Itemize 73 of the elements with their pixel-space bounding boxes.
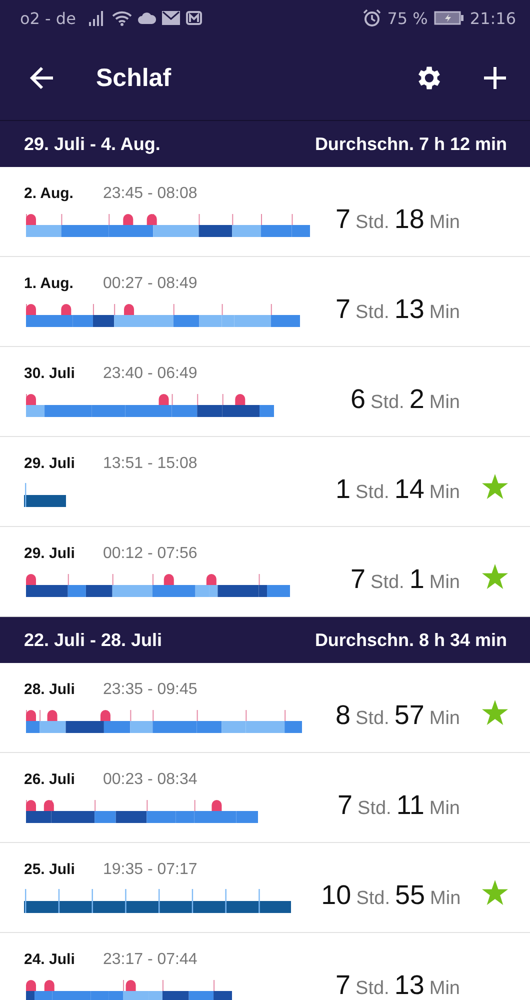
minutes-value: 55 xyxy=(395,880,426,911)
entry-date: 28. Juli xyxy=(24,680,76,698)
battery-percent: 75 % xyxy=(387,8,428,28)
sleep-time-range: 13:51 - 15:08 xyxy=(103,454,198,472)
weekly-average: Durchschn. 8 h 34 min xyxy=(314,630,507,650)
sleep-time-range: 00:27 - 08:49 xyxy=(103,274,198,292)
sleep-time-range: 23:35 - 09:45 xyxy=(103,680,198,698)
hours-value: 1 xyxy=(335,474,351,505)
hours-value: 7 xyxy=(335,204,351,235)
sleep-time-range: 00:23 - 08:34 xyxy=(103,770,198,788)
sleep-time-range: 23:40 - 06:49 xyxy=(103,364,198,382)
weekly-average: Durchschn. 7 h 12 min xyxy=(314,134,507,154)
plus-icon xyxy=(483,66,507,90)
hours-unit: Std. xyxy=(356,482,390,504)
mail-icon xyxy=(186,11,202,25)
minutes-unit: Min xyxy=(429,978,460,1000)
entry-date: 29. Juli xyxy=(24,454,76,472)
entry-date: 24. Juli xyxy=(24,950,76,968)
week-range: 22. Juli - 28. Juli xyxy=(24,630,162,650)
alarm-icon xyxy=(363,9,382,27)
hours-unit: Std. xyxy=(356,708,390,730)
sleep-time-range: 00:12 - 07:56 xyxy=(103,544,198,562)
entry-date: 2. Aug. xyxy=(24,184,74,202)
minutes-unit: Min xyxy=(429,572,460,594)
mail-icon xyxy=(162,11,180,25)
minutes-value: 13 xyxy=(394,970,424,1000)
minutes-unit: Min xyxy=(429,708,460,730)
hours-value: 7 xyxy=(350,564,366,595)
minutes-unit: Min xyxy=(429,482,460,504)
hours-value: 8 xyxy=(335,700,351,731)
minutes-value: 2 xyxy=(409,384,424,415)
hours-unit: Std. xyxy=(358,798,392,820)
hours-unit: Std. xyxy=(370,392,404,414)
hours-value: 10 xyxy=(321,880,352,911)
minutes-unit: Min xyxy=(430,888,461,910)
minutes-value: 13 xyxy=(394,294,424,325)
hours-value: 7 xyxy=(335,970,351,1000)
battery-icon xyxy=(434,11,464,25)
wifi-icon xyxy=(112,10,132,26)
cloud-icon xyxy=(138,12,156,24)
minutes-unit: Min xyxy=(429,302,460,324)
minutes-unit: Min xyxy=(429,212,460,234)
hours-unit: Std. xyxy=(356,302,390,324)
week-range: 29. Juli - 4. Aug. xyxy=(24,134,160,154)
minutes-value: 11 xyxy=(396,790,424,821)
sleep-time-range: 23:45 - 08:08 xyxy=(103,184,198,202)
entry-date: 30. Juli xyxy=(24,364,76,382)
hours-unit: Std. xyxy=(356,888,390,910)
entry-date: 26. Juli xyxy=(24,770,76,788)
add-button[interactable] xyxy=(482,65,508,91)
hours-unit: Std. xyxy=(356,978,390,1000)
hours-value: 7 xyxy=(335,294,351,325)
hours-unit: Std. xyxy=(356,212,390,234)
entry-date: 25. Juli xyxy=(24,860,76,878)
minutes-value: 18 xyxy=(394,204,424,235)
back-button[interactable] xyxy=(28,64,56,92)
hours-unit: Std. xyxy=(370,572,404,594)
carrier-name: o2 - de xyxy=(20,8,76,28)
back-arrow-icon xyxy=(29,66,55,90)
minutes-value: 14 xyxy=(394,474,424,505)
page-title: Schlaf xyxy=(96,64,172,92)
clock-time: 21:16 xyxy=(470,8,516,28)
sleep-time-range: 23:17 - 07:44 xyxy=(103,950,198,968)
signal-icon xyxy=(88,10,106,26)
entry-date: 29. Juli xyxy=(24,544,76,562)
sleep-time-range: 19:35 - 07:17 xyxy=(103,860,198,878)
entry-date: 1. Aug. xyxy=(24,274,74,292)
minutes-value: 57 xyxy=(394,700,424,731)
minutes-unit: Min xyxy=(429,392,460,414)
minutes-value: 1 xyxy=(409,564,424,595)
hours-value: 7 xyxy=(338,790,353,821)
minutes-unit: Min xyxy=(429,798,460,820)
hours-value: 6 xyxy=(350,384,366,415)
